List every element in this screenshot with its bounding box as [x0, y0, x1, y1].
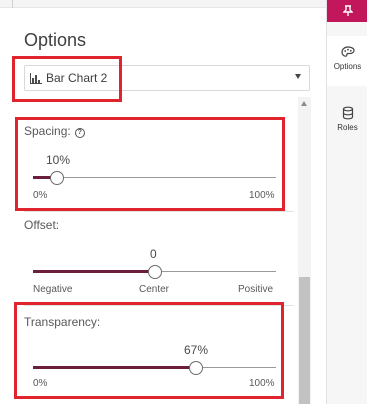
transparency-slider-fill [33, 366, 196, 369]
transparency-max-label: 100% [249, 378, 275, 389]
offset-label: Offset: [24, 218, 60, 232]
top-strip-divider [12, 0, 13, 8]
offset-value: 0 [150, 247, 157, 261]
bar-chart-icon [30, 72, 42, 84]
rail-item-roles[interactable]: Roles [327, 96, 367, 146]
transparency-slider[interactable] [33, 361, 276, 375]
offset-slider[interactable] [33, 265, 276, 279]
spacing-slider[interactable] [33, 171, 276, 185]
panel-scrollbar[interactable] [298, 97, 311, 404]
spacing-label: Spacing:? [24, 124, 85, 138]
panel-title: Options [24, 30, 87, 50]
rail-item-label: Options [333, 62, 362, 71]
right-rail: Options Roles [326, 0, 367, 404]
scroll-thumb[interactable] [299, 277, 310, 404]
spacing-slider-track [33, 177, 276, 178]
chevron-down-icon[interactable] [295, 74, 301, 79]
spacing-max-label: 100% [249, 190, 275, 201]
offset-min-label: Negative [33, 284, 73, 295]
palette-icon [340, 46, 355, 57]
pin-icon [342, 5, 353, 16]
transparency-slider-thumb[interactable] [188, 361, 203, 375]
transparency-value: 67% [184, 343, 209, 357]
transparency-min-label: 0% [33, 378, 48, 389]
pin-button[interactable] [327, 0, 367, 22]
section-divider [24, 211, 294, 212]
rail-item-label: Roles [337, 123, 358, 132]
chart-select-dropdown[interactable]: Bar Chart 2 [24, 65, 310, 91]
offset-max-label: Positive [238, 284, 274, 295]
spacing-value: 10% [46, 153, 71, 167]
scroll-up-arrow-icon[interactable] [301, 101, 307, 106]
rail-item-options[interactable]: Options [327, 36, 367, 86]
offset-slider-thumb[interactable] [147, 265, 162, 279]
spacing-slider-thumb[interactable] [50, 171, 65, 185]
help-icon[interactable]: ? [74, 128, 85, 138]
offset-slider-fill [33, 270, 155, 273]
options-pane: Options Bar Chart 2 Spacing:? 10% 0% 100… [0, 0, 367, 404]
spacing-label-text: Spacing: [24, 124, 71, 138]
chart-select-value: Bar Chart 2 [46, 71, 108, 85]
offset-mid-label: Center [139, 284, 170, 295]
top-strip [0, 0, 326, 8]
spacing-min-label: 0% [33, 190, 48, 201]
section-divider [24, 305, 294, 306]
transparency-label: Transparency: [24, 315, 101, 329]
database-icon [342, 106, 353, 120]
